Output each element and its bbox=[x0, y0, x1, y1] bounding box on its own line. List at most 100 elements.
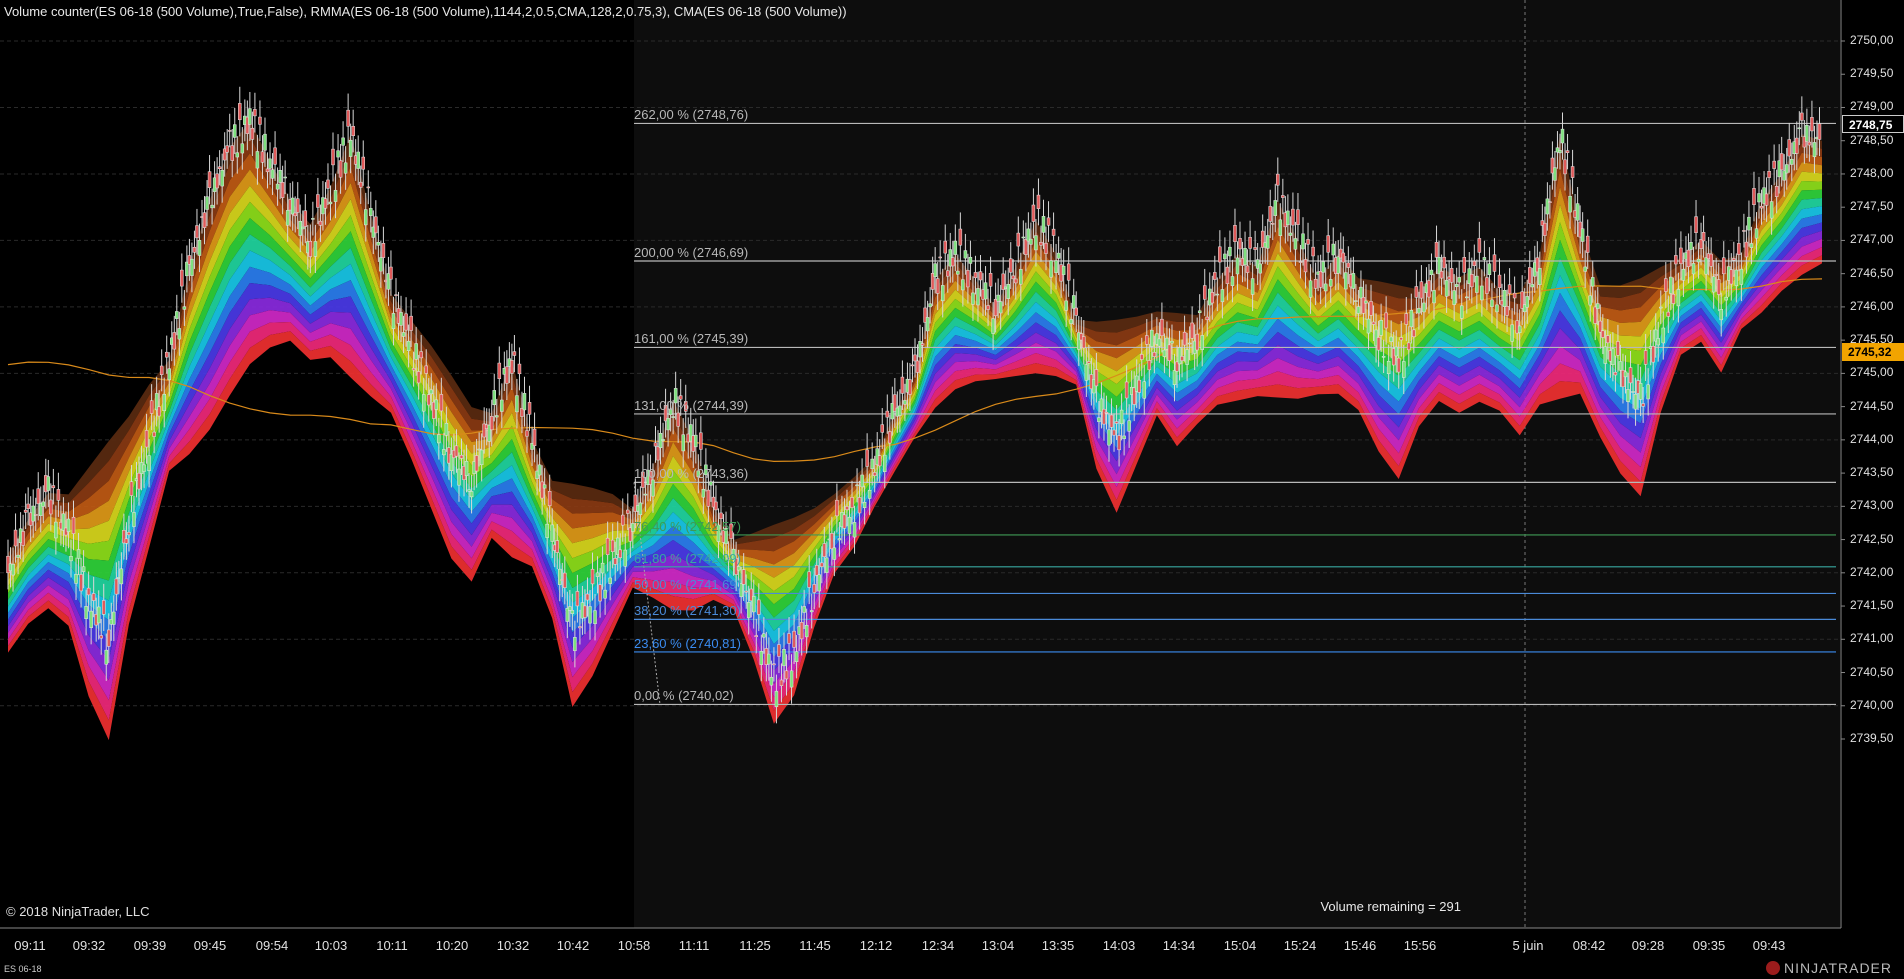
candle-body bbox=[938, 256, 942, 259]
cma-price-marker: 2745,32 bbox=[1842, 343, 1904, 362]
candle-body bbox=[124, 538, 129, 544]
candle-body bbox=[898, 405, 902, 416]
candle-body bbox=[603, 589, 607, 599]
candle-body bbox=[356, 151, 360, 169]
candle-body bbox=[638, 502, 643, 515]
candle-body bbox=[280, 182, 285, 198]
candle-body bbox=[1404, 313, 1409, 325]
candle-body bbox=[966, 270, 970, 288]
candle-body bbox=[1449, 268, 1454, 283]
candle-body bbox=[812, 584, 816, 593]
price-chart[interactable] bbox=[0, 0, 1904, 979]
candle-body bbox=[545, 523, 549, 538]
candle-body bbox=[190, 258, 194, 276]
candle-body bbox=[978, 271, 983, 281]
candle-body bbox=[820, 562, 824, 567]
candle-body bbox=[1167, 344, 1172, 361]
candle-body bbox=[618, 549, 622, 558]
candle-body bbox=[369, 208, 373, 217]
candle-body bbox=[1210, 292, 1215, 304]
candle-body bbox=[651, 479, 655, 497]
candle-body bbox=[913, 354, 917, 362]
candle-body bbox=[1097, 417, 1101, 423]
candle-body bbox=[1235, 257, 1240, 275]
candle-body bbox=[1505, 306, 1509, 316]
candle-body bbox=[36, 488, 40, 505]
candle-body bbox=[1147, 360, 1152, 371]
candle-body bbox=[1301, 233, 1305, 250]
candle-body bbox=[1298, 261, 1303, 263]
time-tick-label: 10:03 bbox=[314, 938, 348, 953]
candle-body bbox=[391, 313, 396, 330]
candle-body bbox=[1744, 241, 1749, 258]
candle-body bbox=[1721, 257, 1726, 275]
time-tick-label: 15:24 bbox=[1283, 938, 1317, 953]
candle-body bbox=[850, 497, 854, 508]
candle-body bbox=[91, 593, 96, 601]
candle-body bbox=[590, 568, 595, 585]
candle-body bbox=[1248, 237, 1252, 249]
candle-body bbox=[177, 328, 182, 340]
candle-body bbox=[1485, 277, 1489, 294]
time-tick-label: 13:35 bbox=[1041, 938, 1075, 953]
time-tick-label: 09:28 bbox=[1631, 938, 1665, 953]
time-tick-label: 14:34 bbox=[1162, 938, 1196, 953]
candle-body bbox=[956, 270, 960, 275]
candle-body bbox=[787, 633, 791, 644]
candle-body bbox=[389, 266, 393, 280]
candle-body bbox=[963, 250, 968, 259]
candle-body bbox=[542, 484, 547, 489]
candle-body bbox=[144, 430, 149, 448]
candle-body bbox=[1344, 272, 1348, 290]
candle-body bbox=[1112, 429, 1116, 436]
candle-body bbox=[265, 168, 270, 173]
candle-body bbox=[1671, 293, 1676, 304]
candle-body bbox=[971, 292, 975, 305]
candle-body bbox=[1774, 186, 1779, 197]
candle-body bbox=[318, 220, 323, 226]
candle-body bbox=[489, 416, 494, 431]
candle-body bbox=[172, 332, 177, 350]
ninjatrader-icon bbox=[1766, 961, 1781, 975]
time-tick-label: 13:04 bbox=[981, 938, 1015, 953]
candle-body bbox=[1180, 356, 1184, 361]
candle-body bbox=[699, 432, 703, 450]
candle-body bbox=[1291, 208, 1295, 226]
candle-body bbox=[996, 294, 1000, 302]
candle-body bbox=[1142, 381, 1147, 399]
candle-body bbox=[1696, 258, 1701, 263]
candle-body bbox=[1008, 258, 1013, 273]
candle-body bbox=[76, 549, 81, 559]
candle-body bbox=[1361, 297, 1366, 314]
candle-body bbox=[1553, 167, 1557, 181]
candle-body bbox=[1679, 247, 1683, 265]
candle-body bbox=[51, 485, 56, 489]
candle-body bbox=[1492, 254, 1497, 272]
candle-body bbox=[1737, 243, 1741, 255]
time-tick-label: 10:42 bbox=[556, 938, 590, 953]
candle-body bbox=[1364, 300, 1368, 304]
candle-body bbox=[1596, 303, 1600, 309]
candle-body bbox=[33, 514, 38, 516]
candle-body bbox=[1795, 137, 1799, 154]
candle-body bbox=[613, 558, 617, 565]
candle-body bbox=[656, 446, 660, 461]
candle-body bbox=[661, 439, 665, 441]
candle-body bbox=[1119, 409, 1124, 425]
candle-body bbox=[1487, 263, 1492, 275]
candle-body bbox=[1306, 239, 1310, 245]
chart-area[interactable]: Volume counter(ES 06-18 (500 Volume),Tru… bbox=[0, 0, 1904, 979]
candle-body bbox=[1014, 278, 1018, 284]
candle-body bbox=[303, 210, 308, 227]
price-tick-label: 2739,50 bbox=[1850, 731, 1894, 745]
candle-body bbox=[1530, 284, 1535, 288]
candle-body bbox=[1049, 260, 1053, 278]
candle-body bbox=[1202, 285, 1207, 300]
candle-body bbox=[1265, 235, 1270, 249]
candle-body bbox=[1104, 412, 1109, 414]
candle-body bbox=[1218, 246, 1222, 263]
candle-body bbox=[1568, 195, 1572, 213]
brand-text: NINJATRADER bbox=[1784, 960, 1892, 976]
candle-body bbox=[1480, 285, 1484, 301]
time-tick-label: 11:45 bbox=[799, 938, 831, 953]
